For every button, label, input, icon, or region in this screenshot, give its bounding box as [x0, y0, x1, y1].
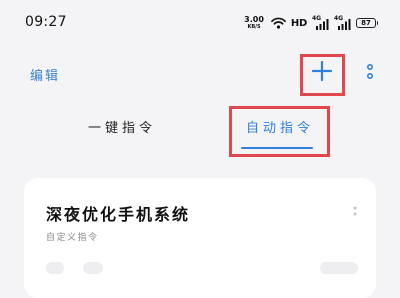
edit-button[interactable]: 编辑 — [30, 65, 60, 84]
cell-signal-icon: 4G — [312, 16, 329, 30]
add-button[interactable] — [304, 55, 340, 91]
command-title: 深夜优化手机系统 — [46, 205, 191, 224]
status-bar: 09:27 3.00 KB/S HD 4G 4G 87 — [0, 0, 400, 46]
card-chip — [46, 262, 64, 274]
command-card[interactable]: 深夜优化手机系统 自定义指令 — [24, 178, 376, 298]
more-vertical-icon — [366, 63, 374, 86]
plus-icon — [311, 60, 333, 86]
wifi-icon — [271, 14, 286, 33]
tab-one-key-command[interactable]: 一键指令 — [88, 117, 156, 136]
hd-label: HD — [290, 17, 307, 29]
drag-handle-icon[interactable] — [351, 204, 359, 224]
active-tab-indicator — [241, 147, 313, 149]
network-speed-value: 3.00 — [244, 15, 264, 24]
battery-level: 87 — [361, 18, 371, 27]
command-subtitle: 自定义指令 — [46, 233, 99, 243]
card-chip — [83, 262, 103, 274]
battery-icon: 87 — [356, 18, 378, 28]
card-chip — [320, 262, 358, 274]
status-time: 09:27 — [25, 14, 67, 30]
status-icons: 3.00 KB/S HD 4G 4G 87 — [244, 14, 378, 33]
tab-auto-command[interactable]: 自动指令 — [246, 117, 314, 136]
network-speed: 3.00 KB/S — [244, 16, 264, 30]
cell-signal-icon: 4G — [334, 16, 351, 30]
network-speed-unit: KB/S — [247, 24, 261, 30]
more-options-button[interactable] — [362, 63, 378, 86]
